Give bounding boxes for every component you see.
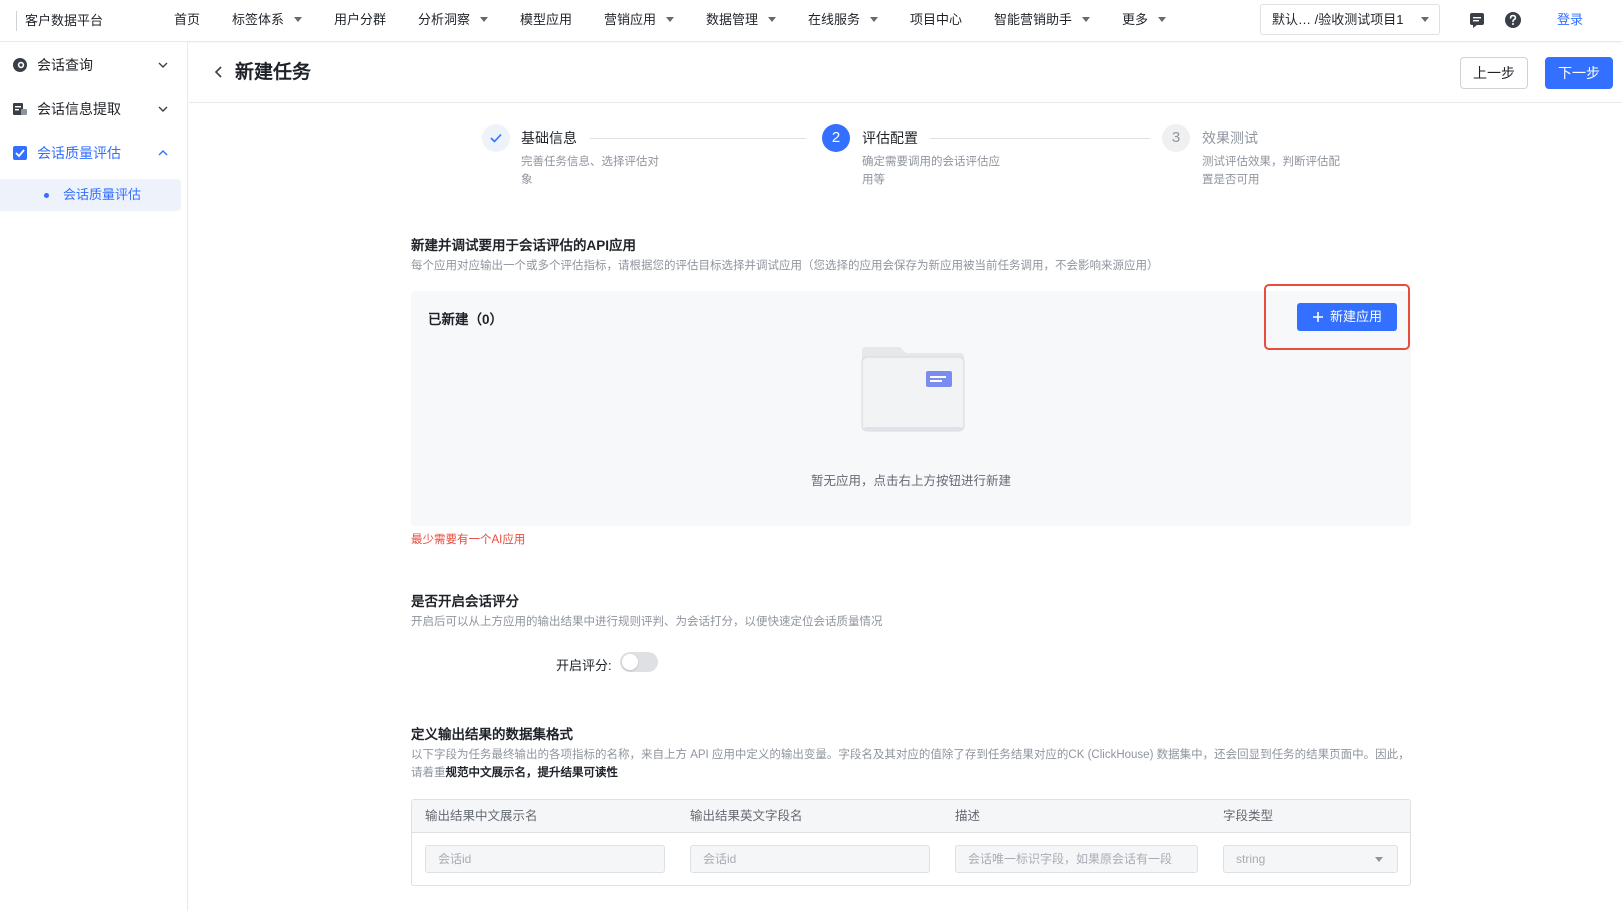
login-link[interactable]: 登录 <box>1557 0 1583 40</box>
step-desc: 确定需要调用的会话评估应用等 <box>862 156 1000 186</box>
nav-item-insights[interactable]: 分析洞察 <box>418 0 489 42</box>
score-section-title: 是否开启会话评分 <box>411 594 519 609</box>
sidebar-group-quality-eval[interactable]: 会话质量评估 <box>0 131 188 175</box>
score-section-desc: 开启后可以从上方应用的输出结果中进行规则评判、为会话打分，以便快速定位会话质量情… <box>411 616 883 628</box>
project-select[interactable]: 默认… /验收测试项目1 <box>1260 4 1440 35</box>
en-name-input[interactable]: 会话id <box>690 845 930 873</box>
step-active-circle: 2 <box>822 124 850 152</box>
top-navbar: 客户数据平台 首页 标签体系 用户分群 分析洞察 模型应用 营销应用 数据管理 … <box>0 0 1622 42</box>
step-title: 效果测试 <box>1202 130 1258 146</box>
chevron-down-icon <box>158 62 168 68</box>
nav-item-more[interactable]: 更多 <box>1122 0 1167 42</box>
nav-item-projects[interactable]: 项目中心 <box>910 0 962 42</box>
nav-item-data[interactable]: 数据管理 <box>706 0 777 42</box>
app-count-label: 已新建（0） <box>428 312 504 327</box>
chat-search-icon <box>13 58 27 72</box>
toggle-knob <box>622 654 638 670</box>
sidebar-item-quality-eval[interactable]: 会话质量评估 <box>0 179 181 211</box>
caret-down-icon <box>768 17 777 22</box>
bullet-dot-icon <box>44 193 49 198</box>
step-title: 评估配置 <box>862 130 918 146</box>
field-type-select[interactable]: string <box>1223 845 1398 873</box>
empty-folder-icon <box>861 347 965 432</box>
api-section-title: 新建并调试要用于会话评估的API应用 <box>411 238 637 253</box>
column-header: 字段类型 <box>1223 809 1274 823</box>
step-pending-circle: 3 <box>1162 124 1190 152</box>
prev-step-button[interactable]: 上一步 <box>1460 57 1528 89</box>
checkbox-icon <box>13 146 27 160</box>
plus-icon <box>1313 312 1323 322</box>
sidebar-group-label: 会话信息提取 <box>37 101 121 117</box>
step-desc: 完善任务信息、选择评估对象 <box>521 156 659 186</box>
field-type-value: string <box>1236 852 1266 866</box>
page-header: 新建任务 上一步 下一步 <box>189 43 1622 103</box>
nav-item-models[interactable]: 模型应用 <box>520 0 572 42</box>
new-app-button-label: 新建应用 <box>1330 309 1383 324</box>
caret-down-icon <box>1421 17 1429 22</box>
score-toggle-label: 开启评分: <box>556 658 612 673</box>
description-input[interactable]: 会话唯一标识字段，如果原会话有一段 <box>955 845 1198 873</box>
dataset-desc-emphasis: 规范中文展示名，提升结果可读性 <box>445 767 619 779</box>
caret-down-icon <box>1082 17 1091 22</box>
table-header: 输出结果中文展示名 输出结果英文字段名 描述 字段类型 <box>412 800 1410 833</box>
nav-item-home[interactable]: 首页 <box>174 0 200 42</box>
dataset-section-desc: 以下字段为任务最终输出的各项指标的名称，来自上方 API 应用中定义的输出变量。… <box>411 746 1411 782</box>
column-header: 描述 <box>955 809 981 823</box>
check-icon <box>490 133 502 143</box>
nav-item-segments[interactable]: 用户分群 <box>334 0 386 42</box>
sidebar-group-label: 会话质量评估 <box>37 145 121 161</box>
caret-down-icon <box>1158 17 1167 22</box>
project-select-value: 默认… /验收测试项目1 <box>1272 12 1404 27</box>
caret-down-icon <box>294 17 303 22</box>
extract-icon <box>13 103 27 115</box>
chevron-down-icon <box>158 106 168 112</box>
sidebar-group-chat-query[interactable]: 会话查询 <box>0 43 188 87</box>
cn-name-input[interactable]: 会话id <box>425 845 665 873</box>
caret-down-icon <box>870 17 879 22</box>
nav-item-marketing[interactable]: 营销应用 <box>604 0 675 42</box>
empty-state-text: 暂无应用，点击右上方按钮进行新建 <box>810 474 1011 488</box>
step-title: 基础信息 <box>521 130 577 146</box>
sidebar: 会话查询 会话信息提取 会话质量评估 会话质量评估 <box>0 42 188 911</box>
step-desc: 测试评估效果，判断评估配置是否可用 <box>1202 156 1340 186</box>
sidebar-item-label: 会话质量评估 <box>63 187 142 202</box>
message-icon[interactable] <box>1468 11 1486 29</box>
caret-down-icon <box>666 17 675 22</box>
nav-item-assistant[interactable]: 智能营销助手 <box>994 0 1091 42</box>
caret-down-icon <box>1375 857 1383 862</box>
step-done-circle <box>482 124 510 152</box>
api-section-desc: 每个应用对应输出一个或多个评估指标，请根据您的评估目标选择并调试应用（您选择的应… <box>411 260 1159 272</box>
dataset-section-title: 定义输出结果的数据集格式 <box>411 727 573 742</box>
page-title: 新建任务 <box>235 62 312 83</box>
brand-name: 客户数据平台 <box>16 11 103 31</box>
nav-item-online[interactable]: 在线服务 <box>808 0 879 42</box>
next-step-button[interactable]: 下一步 <box>1545 57 1613 89</box>
caret-down-icon <box>480 17 489 22</box>
step-connector <box>930 138 1150 139</box>
output-fields-table: 输出结果中文展示名 输出结果英文字段名 描述 字段类型 会话id 会话id 会话… <box>411 799 1411 886</box>
validation-error: 最少需要有一个AI应用 <box>411 534 526 546</box>
help-icon[interactable] <box>1504 11 1522 29</box>
back-arrow-icon[interactable] <box>213 65 225 79</box>
nav-item-tags[interactable]: 标签体系 <box>232 0 303 42</box>
column-header: 输出结果英文字段名 <box>690 809 803 823</box>
score-toggle-switch[interactable] <box>620 652 658 672</box>
sidebar-group-info-extract[interactable]: 会话信息提取 <box>0 87 188 131</box>
column-header: 输出结果中文展示名 <box>425 809 538 823</box>
chevron-up-icon <box>158 150 168 156</box>
sidebar-group-label: 会话查询 <box>37 57 93 73</box>
new-app-button[interactable]: 新建应用 <box>1297 303 1397 331</box>
step-connector <box>590 138 806 139</box>
